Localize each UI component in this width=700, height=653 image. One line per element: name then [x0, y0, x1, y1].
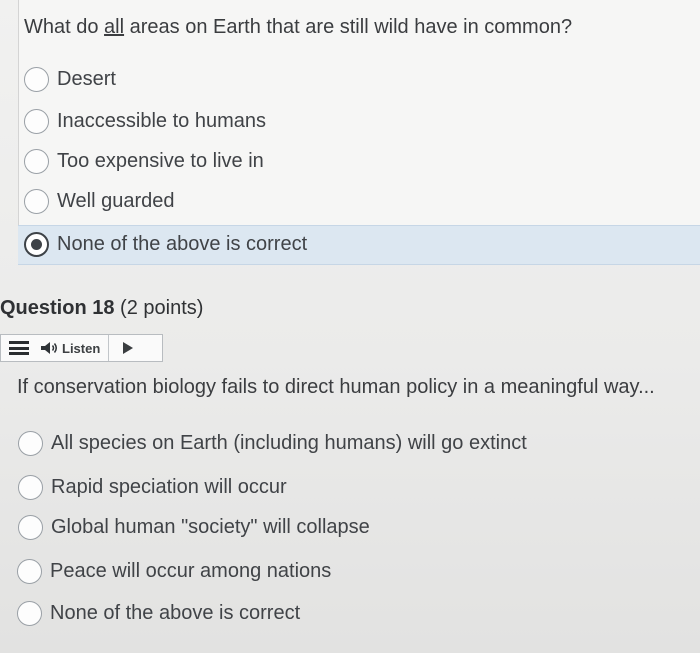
question-18-prompt: If conservation biology fails to direct …: [17, 376, 655, 398]
option-label: Desert: [57, 67, 116, 90]
q17-option-well-guarded[interactable]: Well guarded: [24, 183, 174, 219]
q17-option-desert[interactable]: Desert: [24, 61, 116, 97]
q17-option-none-of-above[interactable]: None of the above is correct: [24, 226, 307, 262]
q18-option-peace[interactable]: Peace will occur among nations: [17, 553, 331, 589]
listen-button[interactable]: Listen: [39, 335, 110, 361]
question-18-heading: Question 18 (2 points): [0, 297, 203, 320]
option-label: None of the above is correct: [50, 601, 301, 624]
question-title: Question 18: [0, 297, 115, 319]
question-points: (2 points): [120, 297, 204, 319]
q18-option-all-extinct[interactable]: All species on Earth (including humans) …: [18, 425, 527, 461]
radio-button[interactable]: [24, 188, 49, 214]
option-label: None of the above is correct: [57, 232, 308, 255]
q18-option-society-collapse[interactable]: Global human "society" will collapse: [18, 509, 370, 545]
speaker-icon: [41, 342, 57, 354]
radio-button[interactable]: [24, 66, 49, 92]
readspeaker-toolbar: Listen: [0, 334, 163, 362]
q18-option-none-of-above[interactable]: None of the above is correct: [17, 595, 300, 631]
option-label: Too expensive to live in: [57, 149, 264, 172]
q17-option-too-expensive[interactable]: Too expensive to live in: [24, 143, 264, 179]
radio-button[interactable]: [24, 148, 49, 174]
radio-button[interactable]: [17, 558, 42, 584]
q17-option-inaccessible[interactable]: Inaccessible to humans: [24, 103, 266, 139]
play-icon[interactable]: [123, 342, 134, 354]
option-label: Global human "society" will collapse: [51, 515, 370, 538]
radio-button[interactable]: [24, 108, 49, 134]
listen-label: Listen: [62, 340, 101, 356]
q18-option-rapid-speciation[interactable]: Rapid speciation will occur: [18, 469, 287, 505]
option-label: Rapid speciation will occur: [51, 475, 287, 498]
option-label: All species on Earth (including humans) …: [51, 431, 527, 454]
hamburger-menu-icon[interactable]: [9, 341, 29, 355]
option-label: Peace will occur among nations: [50, 559, 332, 582]
radio-button[interactable]: [17, 600, 42, 626]
radio-button[interactable]: [18, 430, 43, 456]
option-label: Inaccessible to humans: [57, 109, 267, 132]
option-label: Well guarded: [57, 189, 175, 212]
radio-button[interactable]: [18, 474, 43, 500]
radio-button[interactable]: [18, 514, 43, 540]
radio-button-selected[interactable]: [24, 231, 49, 257]
question-17-prompt: What do all areas on Earth that are stil…: [24, 16, 573, 38]
